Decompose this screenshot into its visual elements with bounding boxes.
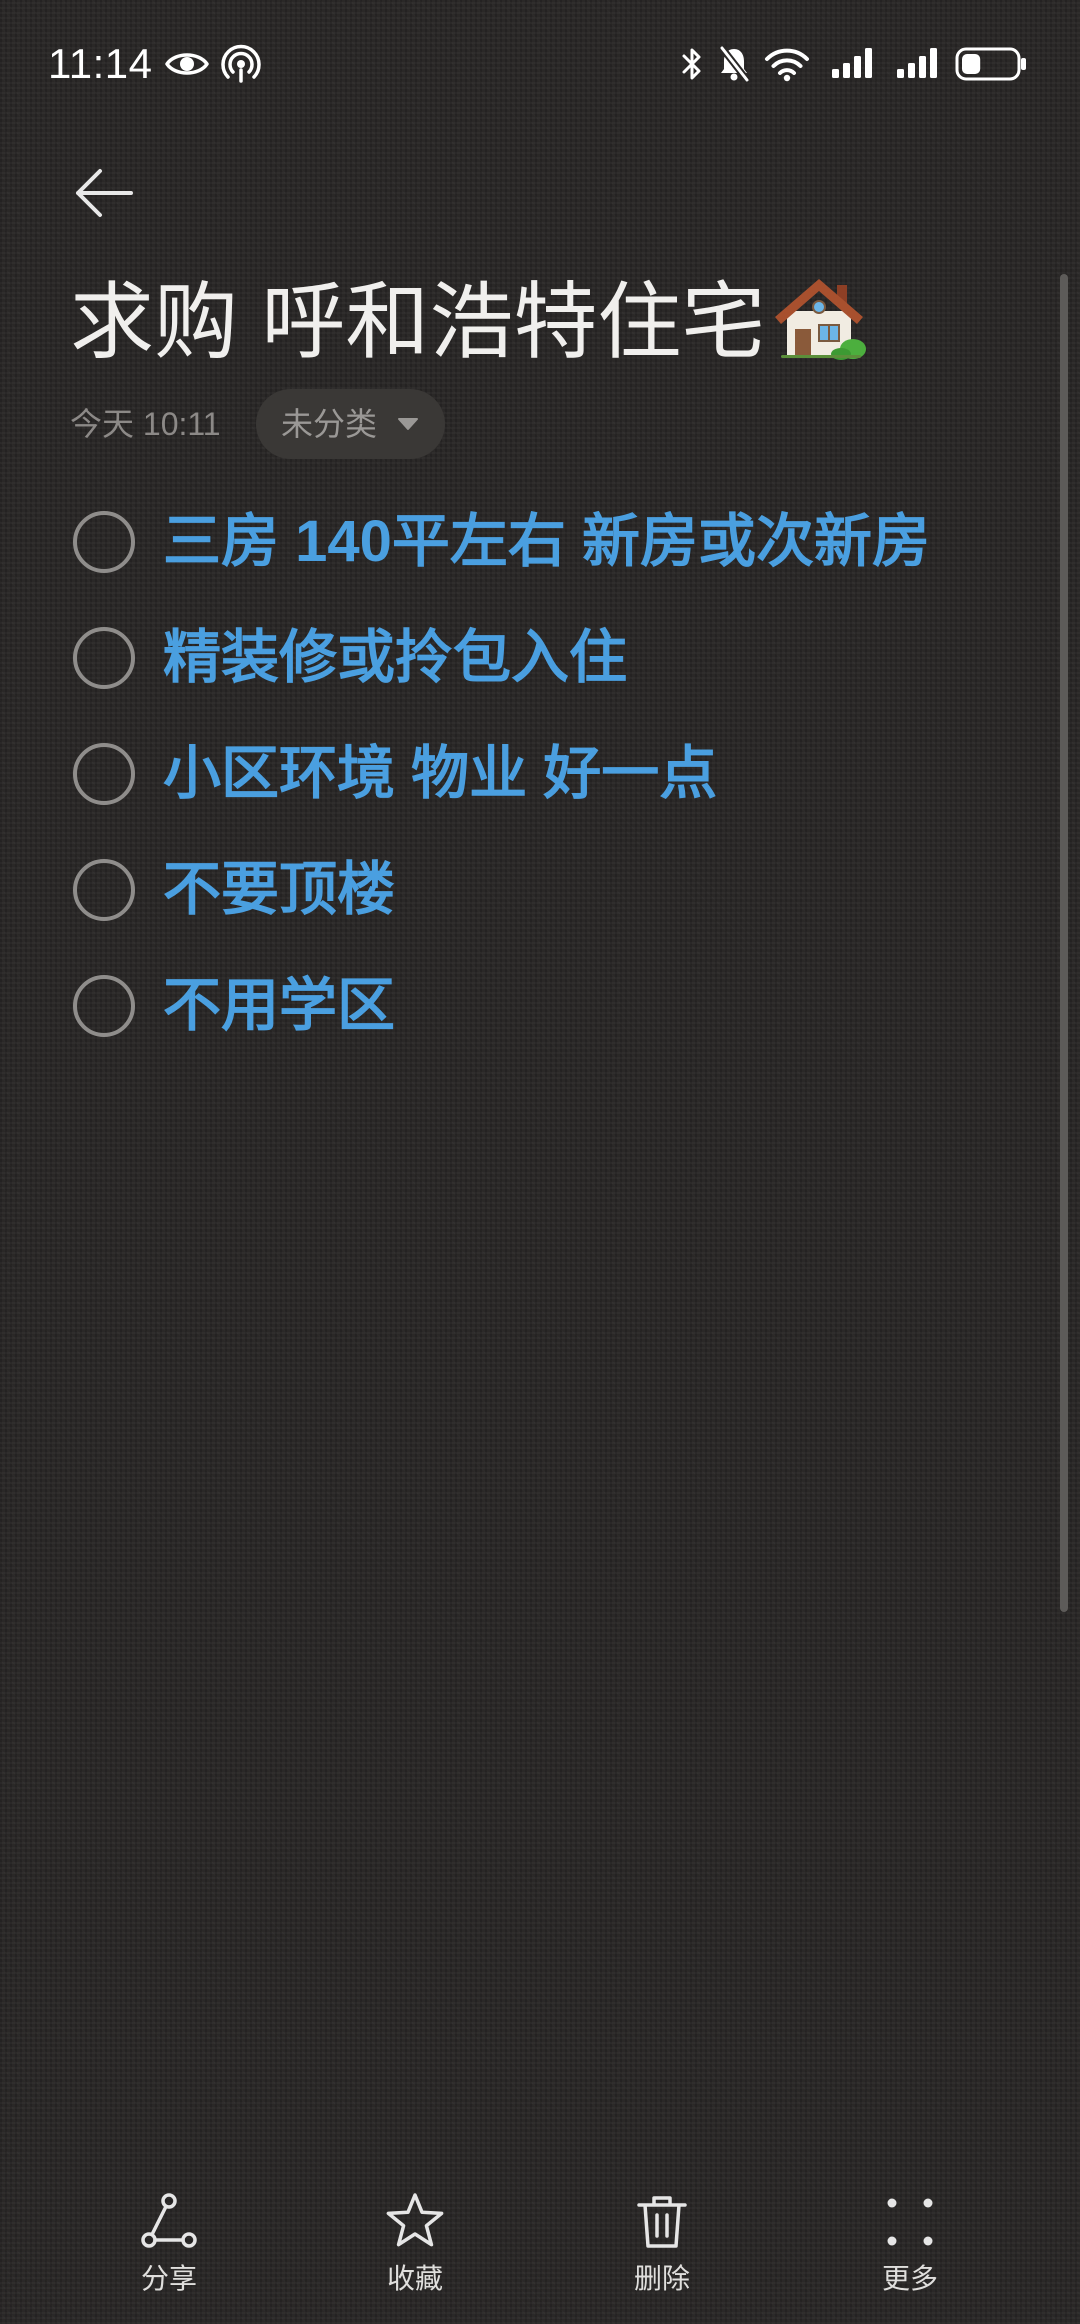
signal-bar <box>930 48 937 78</box>
checklist-item-text[interactable]: 不要顶楼 <box>163 832 395 948</box>
more-icon[interactable] <box>878 2190 942 2254</box>
note-date: 今天 10:11 <box>70 406 221 442</box>
house-emoji-icon <box>775 279 867 360</box>
checklist-item[interactable]: 三房 140平左右 新房或次新房 <box>0 484 1040 600</box>
hotspot-icon <box>221 44 261 83</box>
checklist-item-text[interactable]: 三房 140平左右 新房或次新房 <box>163 484 930 600</box>
category-label: 未分类 <box>281 406 378 442</box>
signal-bar <box>865 48 872 78</box>
status-bar: 11:14 <box>0 0 1080 128</box>
note-title-text[interactable]: 求购 呼和浩特住宅 <box>70 275 765 369</box>
signal-bar <box>832 69 839 78</box>
status-time: 11:14 <box>48 40 153 87</box>
favorite-button[interactable]: 收藏 <box>335 2170 495 2310</box>
battery-icon <box>955 47 1026 81</box>
share-label: 分享 <box>140 2263 197 2294</box>
signal-bar <box>897 69 904 78</box>
checkbox-unchecked[interactable] <box>73 627 135 689</box>
signal-icon <box>832 48 872 78</box>
share-button[interactable]: 分享 <box>89 2170 249 2310</box>
bell-off-icon <box>718 45 750 83</box>
star-icon[interactable] <box>383 2190 447 2254</box>
note-title[interactable]: 求购 呼和浩特住宅 <box>70 272 867 372</box>
battery-fill <box>962 54 981 74</box>
delete-button[interactable]: 删除 <box>582 2170 742 2310</box>
checkbox-unchecked[interactable] <box>73 859 135 921</box>
checklist-item[interactable]: 不要顶楼 <box>0 832 1040 948</box>
trash-icon[interactable] <box>630 2190 694 2254</box>
signal-icon <box>897 48 937 78</box>
caret-down-icon <box>398 418 419 430</box>
wifi-icon <box>765 48 809 82</box>
bottom-toolbar: 分享 收藏 删除 更多 <box>0 2170 1080 2310</box>
scrollbar[interactable] <box>1060 274 1068 1612</box>
signal-bar <box>843 63 850 78</box>
checklist-item-text[interactable]: 精装修或拎包入住 <box>163 600 627 716</box>
eye-icon <box>165 53 209 75</box>
checkbox-unchecked[interactable] <box>73 511 135 573</box>
checklist-item[interactable]: 精装修或拎包入住 <box>0 600 1040 716</box>
signal-bar <box>854 56 861 78</box>
checkbox-unchecked[interactable] <box>73 975 135 1037</box>
checklist-item[interactable]: 小区环境 物业 好一点 <box>0 716 1040 832</box>
more-label: 更多 <box>881 2263 938 2294</box>
signal-bar <box>908 63 915 78</box>
delete-label: 删除 <box>633 2263 690 2294</box>
checklist-item-text[interactable]: 不用学区 <box>163 948 395 1064</box>
category-dropdown[interactable]: 未分类 <box>256 389 446 459</box>
favorite-label: 收藏 <box>386 2263 443 2294</box>
checkbox-unchecked[interactable] <box>73 743 135 805</box>
arrow-left-icon[interactable] <box>74 167 134 219</box>
signal-bar <box>919 56 926 78</box>
more-button[interactable]: 更多 <box>830 2170 990 2310</box>
back-button[interactable] <box>66 160 142 226</box>
checklist: 三房 140平左右 新房或次新房 精装修或拎包入住 小区环境 物业 好一点 不要… <box>0 484 1040 1064</box>
share-icon[interactable] <box>137 2190 201 2254</box>
bluetooth-icon <box>682 48 701 80</box>
checklist-item-text[interactable]: 小区环境 物业 好一点 <box>163 716 717 832</box>
checklist-item[interactable]: 不用学区 <box>0 948 1040 1064</box>
